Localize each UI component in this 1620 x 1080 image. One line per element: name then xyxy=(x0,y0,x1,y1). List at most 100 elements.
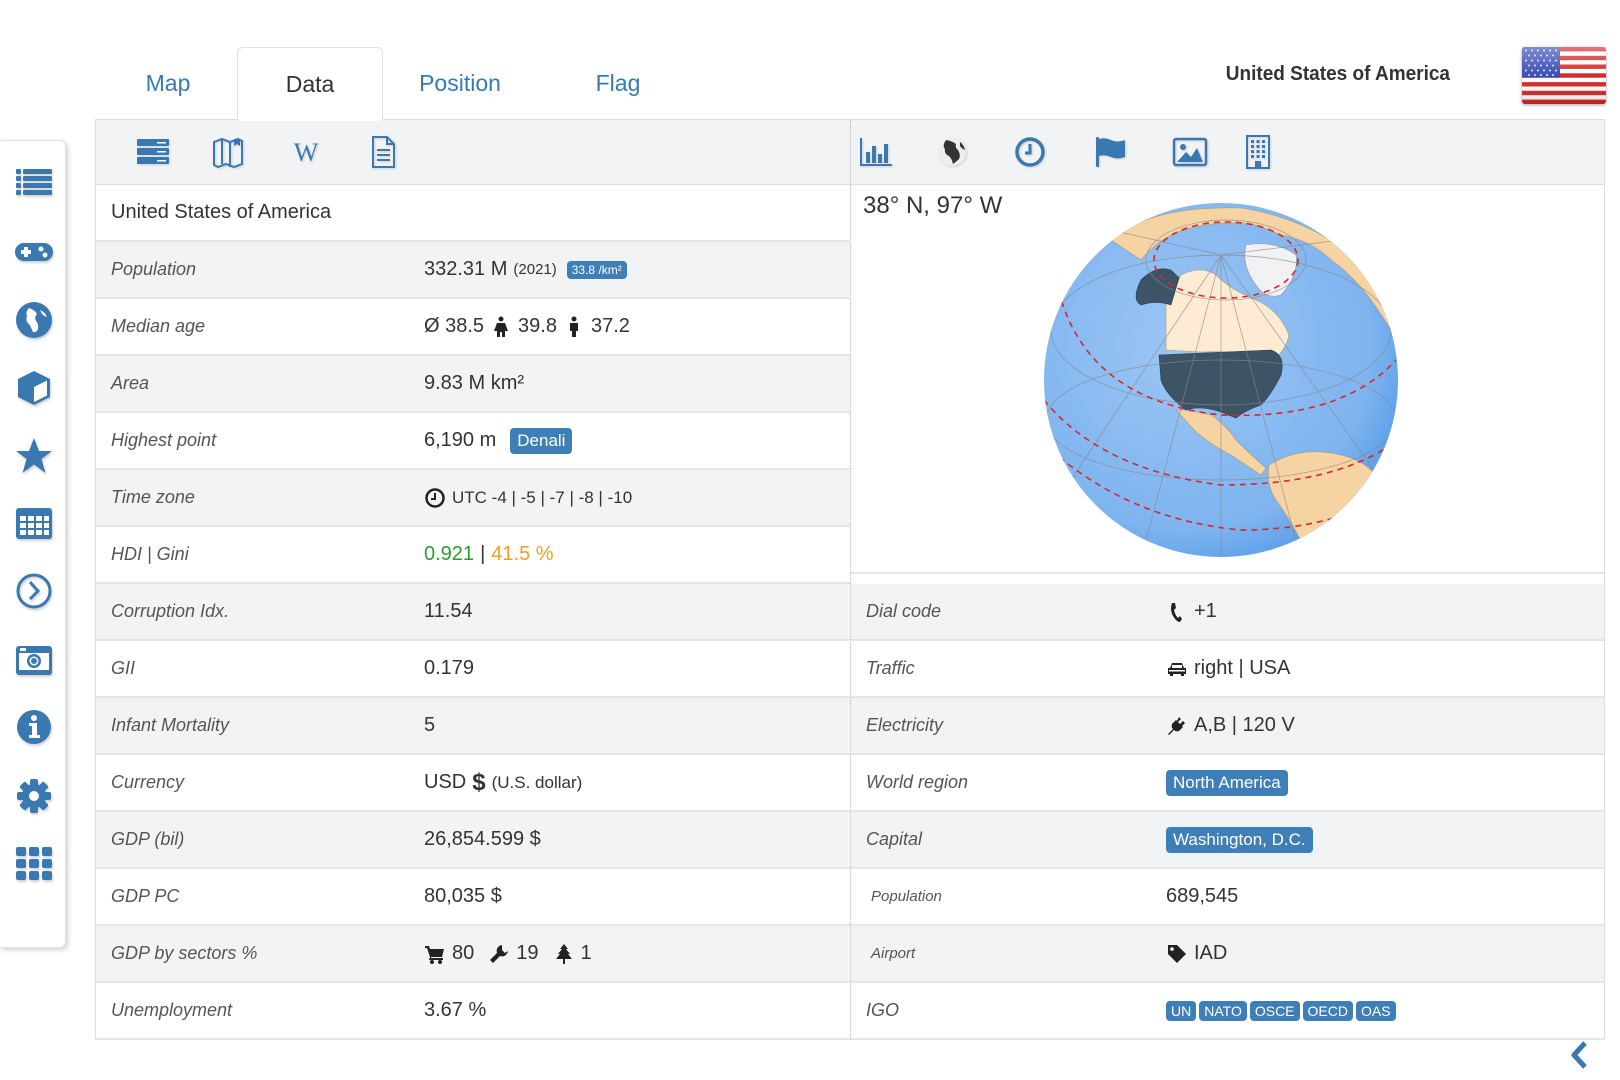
highest-point-badge[interactable]: Denali xyxy=(510,427,573,454)
earth-icon xyxy=(938,138,966,166)
gii-value: 0.179 xyxy=(424,657,475,679)
clock-icon xyxy=(1015,137,1045,167)
toolbar-wikipedia-button[interactable]: W xyxy=(286,132,326,172)
table-title-row: United States of America xyxy=(96,185,850,242)
flag-icon xyxy=(1096,137,1125,167)
electricity-value: A,B | 120 V xyxy=(1166,714,1295,737)
calendar-icon xyxy=(16,508,52,539)
toolbar-document-button[interactable] xyxy=(363,132,403,172)
us-flag-icon xyxy=(1522,47,1606,104)
tab-position[interactable]: Position xyxy=(387,47,533,119)
toolbar-flag-button[interactable] xyxy=(1091,132,1131,172)
table-row: Unemployment 3.67 % xyxy=(96,983,850,1040)
toolbar-clock-button[interactable] xyxy=(1010,132,1050,172)
world-region-label: World region xyxy=(866,772,969,792)
sidebar-item-list[interactable] xyxy=(12,161,56,205)
gdp-industry: 19 xyxy=(516,942,539,964)
unemployment-value: 3.67 % xyxy=(424,999,487,1021)
toolbar-map-button[interactable] xyxy=(208,132,248,172)
sidebar-item-history[interactable] xyxy=(12,569,56,613)
tree-icon xyxy=(553,943,575,965)
gdp-label: GDP (bil) xyxy=(111,829,185,849)
highest-point-elevation: 6,190 m xyxy=(424,429,497,451)
unemployment-label: Unemployment xyxy=(111,1000,233,1020)
tab-data[interactable]: Data xyxy=(237,47,383,121)
table-row: GDP PC 80,035 $ xyxy=(96,869,850,926)
igo-label: IGO xyxy=(866,1000,900,1020)
plug-icon xyxy=(1166,715,1188,737)
gdp-sectors-label: GDP by sectors % xyxy=(111,943,258,963)
bar-chart-icon xyxy=(860,138,892,166)
currency-value: USD $ (U.S. dollar) xyxy=(424,769,582,797)
country-title: United States of America xyxy=(1225,63,1450,85)
table-row: World region North America xyxy=(851,755,1604,812)
igo-badge[interactable]: OAS xyxy=(1355,1000,1396,1021)
camera-icon xyxy=(16,646,52,675)
wikipedia-icon: W xyxy=(294,138,319,167)
wrench-icon xyxy=(488,943,510,965)
sidebar-item-cube[interactable] xyxy=(12,366,56,410)
hdi-gini-label: HDI | Gini xyxy=(111,544,189,564)
gini-value: 41.5 % xyxy=(491,543,554,565)
sidebar-item-camera[interactable] xyxy=(12,638,56,682)
airport-value: IAD xyxy=(1166,942,1227,965)
sidebar-item-info[interactable] xyxy=(12,705,56,749)
dial-code-text: +1 xyxy=(1194,600,1217,622)
capital-population-label: Population xyxy=(871,888,942,905)
country-name: United States of America xyxy=(111,201,332,223)
igo-badge[interactable]: UN xyxy=(1166,1000,1197,1021)
sidebar-item-settings[interactable] xyxy=(12,774,56,818)
table-row: GDP by sectors % 80 19 1 xyxy=(96,926,850,983)
grid-icon xyxy=(16,847,52,880)
gamepad-icon xyxy=(15,243,53,261)
table-row: Highest point 6,190 m Denali xyxy=(96,413,850,470)
traffic-value: right | USA xyxy=(1166,657,1290,680)
currency-code: USD xyxy=(424,771,467,793)
sidebar-item-games[interactable] xyxy=(12,230,56,274)
sidebar-item-globe[interactable] xyxy=(12,298,56,342)
gear-icon xyxy=(17,779,51,813)
airport-code: IAD xyxy=(1194,942,1228,964)
electricity-label: Electricity xyxy=(866,715,944,735)
traffic-label: Traffic xyxy=(866,658,915,678)
gdp-pc-value: 80,035 $ xyxy=(424,885,502,907)
tab-map[interactable]: Map xyxy=(95,47,241,119)
table-row: Time zone UTC -4 | -5 | -7 | -8 | -10 xyxy=(96,470,850,527)
sidebar-item-favorites[interactable] xyxy=(12,434,56,478)
gdp-sectors-value: 80 19 1 xyxy=(424,942,592,965)
document-icon xyxy=(372,136,395,168)
capital-badge[interactable]: Washington, D.C. xyxy=(1166,826,1313,853)
clock-icon xyxy=(424,487,446,509)
toolbar-building-button[interactable] xyxy=(1238,132,1278,172)
globe-map[interactable] xyxy=(1041,200,1401,560)
igo-badge[interactable]: NATO xyxy=(1199,1000,1247,1021)
table-row: HDI | Gini 0.921 | 41.5 % xyxy=(96,527,850,584)
currency-label: Currency xyxy=(111,772,185,792)
tag-icon xyxy=(1166,943,1188,965)
star-icon xyxy=(16,438,52,473)
list-icon xyxy=(16,169,52,195)
hdi-value: 0.921 xyxy=(424,543,475,565)
table-row: Traffic right | USA xyxy=(851,641,1604,698)
globe-view: 38° N, 97° W xyxy=(851,186,1604,574)
toolbar-earth-button[interactable] xyxy=(932,132,972,172)
world-region-badge[interactable]: North America xyxy=(1166,769,1288,796)
chevron-left-icon xyxy=(1571,1041,1587,1069)
sidebar-item-table[interactable] xyxy=(12,501,56,545)
igo-badge[interactable]: OECD xyxy=(1302,1000,1353,1021)
gdp-agriculture: 1 xyxy=(580,942,592,964)
collapse-panel-button[interactable] xyxy=(1565,1040,1595,1070)
toolbar-image-button[interactable] xyxy=(1170,132,1210,172)
igo-badge[interactable]: OSCE xyxy=(1249,1000,1300,1021)
infant-mortality-label: Infant Mortality xyxy=(111,715,230,735)
table-row: Median age Ø 38.5 39.8 37.2 xyxy=(96,299,850,356)
currency-name: (U.S. dollar) xyxy=(491,772,583,792)
area-value: 9.83 M km² xyxy=(424,372,525,394)
toolbar-database-button[interactable] xyxy=(133,132,173,172)
sidebar-item-apps[interactable] xyxy=(12,841,56,885)
tab-flag[interactable]: Flag xyxy=(545,47,691,119)
sidebar xyxy=(0,140,66,948)
car-icon xyxy=(1166,658,1188,680)
toolbar-statistics-button[interactable] xyxy=(856,132,896,172)
area-label: Area xyxy=(111,373,150,393)
